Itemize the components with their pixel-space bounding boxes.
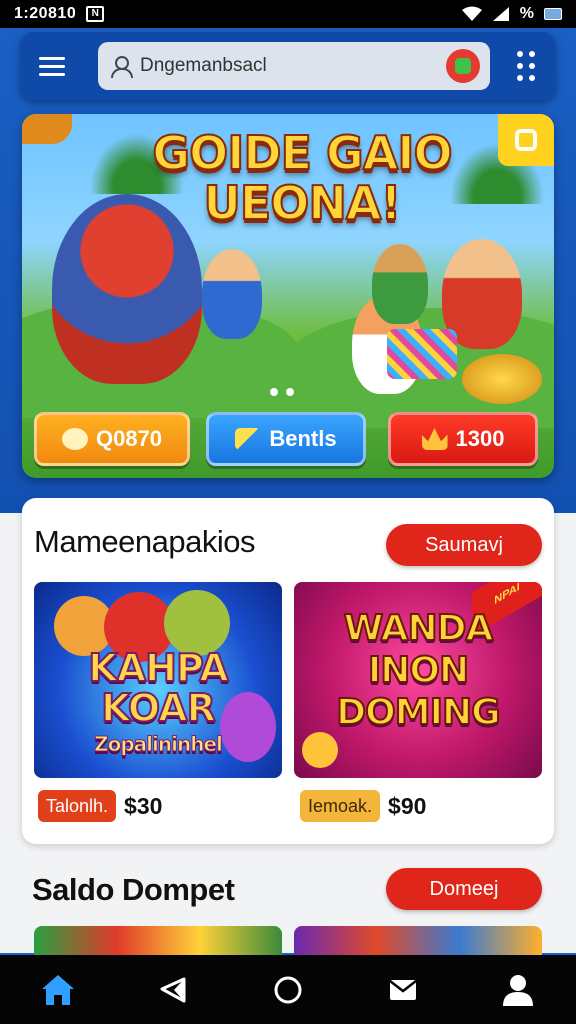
game-title: KAHPA KOAR: [34, 646, 282, 730]
bottom-navigation: [0, 955, 576, 1024]
game-title: WANDA INON DOMING: [294, 607, 542, 734]
game-thumbnail[interactable]: KAHPA KOAR Zopalininhel: [34, 582, 282, 778]
boy-character-image: [202, 249, 262, 339]
status-time: 1:20810: [14, 5, 77, 22]
signal-icon: [492, 7, 509, 21]
game-price: $30: [124, 792, 163, 819]
expand-icon[interactable]: [498, 114, 554, 166]
coins-button[interactable]: Q0870: [34, 412, 190, 466]
more-grid-icon[interactable]: [508, 48, 544, 84]
games-card: Mameenapakios Saumavj KAHPA KOAR Zopalin…: [22, 498, 554, 844]
coins-label: Q0870: [95, 426, 163, 451]
game-subtitle: Zopalininhel: [94, 732, 224, 757]
game-badge-icon[interactable]: [446, 49, 480, 83]
banner-title-line2: UEONA!: [203, 176, 403, 230]
game-title-line3: DOMING: [335, 691, 501, 734]
user-icon: [108, 54, 133, 78]
battery-icon: [544, 8, 562, 20]
nav-home-circle[interactable]: [260, 962, 316, 1018]
game-title-line2: KOAR: [100, 686, 217, 730]
nav-home[interactable]: [30, 962, 86, 1018]
wifi-icon: [461, 6, 482, 21]
gold-coins-image: [462, 354, 542, 404]
circle-icon: [274, 976, 302, 1003]
promo-banner[interactable]: GOIDE GAIO UEONA! Q0870 Bentls 1300: [22, 114, 554, 478]
carousel-dots[interactable]: [270, 388, 294, 396]
wallet-thumbnail[interactable]: [294, 926, 542, 956]
menu-icon[interactable]: [32, 46, 72, 86]
game-tag[interactable]: Talonlh.: [38, 790, 117, 822]
nav-profile[interactable]: [490, 962, 546, 1018]
arrow-icon: [235, 428, 262, 450]
game-price: $90: [388, 792, 427, 819]
profile-icon: [503, 974, 534, 1006]
see-all-button[interactable]: Saumavj: [386, 524, 542, 566]
nav-mail[interactable]: [375, 962, 431, 1018]
game-title-line1: KAHPA: [87, 646, 229, 690]
game-title-line2: INON: [367, 649, 470, 692]
section-title: Mameenapakios: [34, 524, 255, 559]
banner-title-line1: GOIDE GAIO: [151, 126, 453, 180]
game-thumbnail[interactable]: NPAI WANDA INON DOMING: [294, 582, 542, 778]
rewards-label: 1300: [455, 426, 505, 451]
crown-icon: [421, 428, 448, 450]
banner-title: GOIDE GAIO UEONA!: [142, 126, 462, 230]
rewards-button[interactable]: 1300: [388, 412, 538, 466]
coin-icon: [61, 428, 88, 450]
wallet-section-title: Saldo Dompet: [32, 872, 235, 907]
game-title-line1: WANDA: [343, 607, 495, 650]
app-header: [20, 32, 556, 100]
nav-send[interactable]: [145, 962, 201, 1018]
search-bar[interactable]: [98, 42, 490, 90]
send-icon: [160, 977, 186, 1002]
farmer-character-image: [372, 244, 428, 324]
coin-image: [22, 114, 72, 144]
notification-icon: N: [86, 6, 105, 22]
percent-icon: %: [519, 5, 534, 22]
game-price-row: Talonlh. $30: [38, 790, 162, 822]
benefits-button[interactable]: Bentls: [206, 412, 366, 466]
status-icons: %: [461, 5, 562, 23]
treasure-box-image: [387, 329, 457, 379]
benefits-label: Bentls: [269, 426, 337, 451]
game-price-row: Iemoak. $90: [300, 790, 426, 822]
wallet-action-button[interactable]: Domeej: [386, 868, 542, 910]
wallet-thumbnail[interactable]: [34, 926, 282, 956]
search-input[interactable]: [140, 55, 446, 77]
mail-icon: [389, 979, 417, 1000]
game-tag[interactable]: Iemoak.: [300, 790, 381, 822]
status-bar: 1:20810 N %: [0, 0, 576, 28]
home-icon: [41, 974, 74, 1005]
coin-image: [302, 732, 338, 768]
